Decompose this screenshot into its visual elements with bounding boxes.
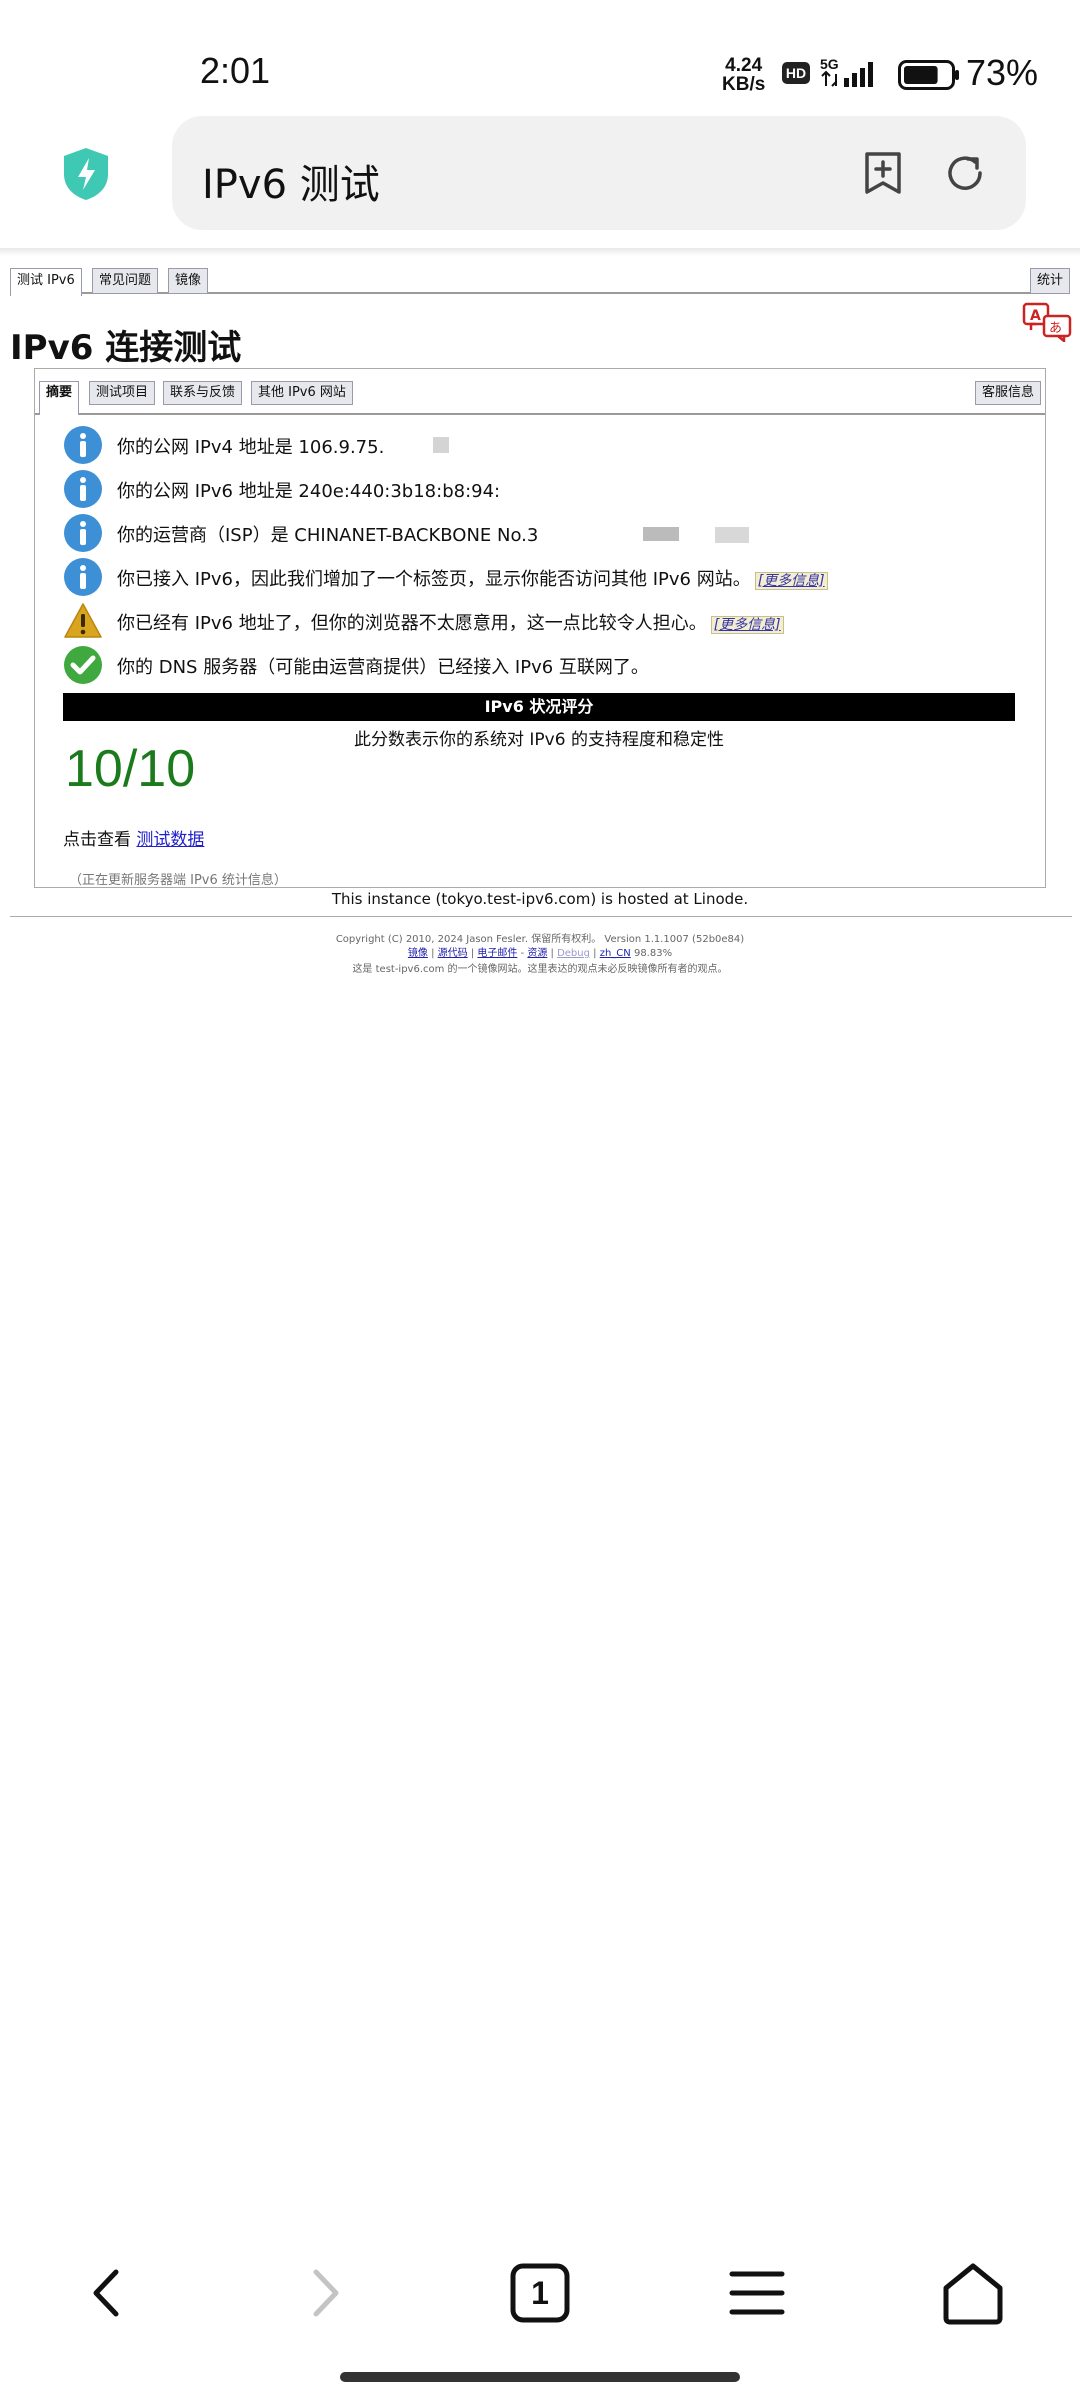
clock: 2:01: [200, 50, 271, 91]
battery-icon: [898, 60, 959, 90]
svg-text:A: A: [1030, 308, 1041, 324]
hd-voice-badge: HD: [782, 62, 810, 84]
more-info-link[interactable]: [更多信息]: [710, 616, 784, 634]
gesture-home-bar[interactable]: [340, 2372, 740, 2382]
panel-tabs: 摘要 测试项目 联系与反馈 其他 IPv6 网站 客服信息: [35, 369, 1045, 415]
score-header: IPv6 状况评分: [63, 693, 1015, 721]
forward-icon[interactable]: [290, 2258, 360, 2328]
footer-link-resources[interactable]: 资源: [527, 948, 547, 959]
address-bar-title[interactable]: IPv6 测试: [202, 152, 380, 210]
signal-icon: 5G: [820, 56, 873, 87]
result-sentence: 你已接入 IPv6，因此我们增加了一个标签页，显示你能否访问其他 IPv6 网站…: [117, 569, 751, 590]
footer-link-debug[interactable]: Debug: [557, 948, 590, 959]
tab-contact[interactable]: 联系与反馈: [163, 381, 243, 405]
svg-text:あ: あ: [1049, 321, 1062, 336]
score-value: 10/10: [65, 740, 196, 798]
page-title: IPv6 连接测试: [10, 328, 242, 368]
info-icon: [64, 558, 102, 596]
tab-count: 1: [531, 2275, 549, 2311]
tab-stats[interactable]: 统计: [1030, 268, 1070, 294]
web-page: 测试 IPv6 常见问题 镜像 统计 A あ IPv6 连接测试 摘要 测试项目…: [0, 256, 1080, 976]
more-info-link[interactable]: [更多信息]: [754, 572, 828, 590]
hosted-line: This instance (tokyo.test-ipv6.com) is h…: [331, 890, 749, 908]
result-sentence: 你已经有 IPv6 地址了，但你的浏览器不太愿意用，这一点比较令人担心。: [117, 613, 707, 634]
translate-icon[interactable]: A あ: [1022, 302, 1072, 342]
tab-support-info[interactable]: 客服信息: [975, 381, 1042, 405]
footer-disclaimer: 这是 test-ipv6.com 的一个镜像网站。这里表达的观点未必反映镜像所有…: [352, 964, 728, 975]
tab-summary[interactable]: 摘要: [39, 381, 80, 415]
result-text: 你的 DNS 服务器（可能由运营商提供）已经接入 IPv6 互联网了。: [117, 657, 649, 678]
test-data-prefix: 点击查看: [63, 830, 131, 850]
tab-other-ipv6-sites[interactable]: 其他 IPv6 网站: [251, 381, 353, 405]
footer-link-email[interactable]: 电子邮件: [477, 948, 517, 959]
footer-links: 镜像 | 源代码 | 电子邮件 - 资源 | Debug | zh_CN 98.…: [407, 948, 673, 959]
status-bar: 2:01 4.24 KB/s HD 5G 73%: [0, 0, 1080, 110]
add-bookmark-icon[interactable]: [860, 150, 906, 196]
footer-copyright: Copyright (C) 2010, 2024 Jason Fesler. 保…: [335, 934, 745, 945]
test-data-row: 点击查看 测试数据: [63, 825, 204, 850]
updating-note: （正在更新服务器端 IPv6 统计信息）: [69, 873, 287, 888]
tabs-icon[interactable]: 1: [505, 2258, 575, 2328]
menu-icon[interactable]: [722, 2258, 792, 2328]
info-icon: [64, 470, 102, 508]
redacted-block: [433, 437, 449, 453]
site-top-tabs: 测试 IPv6 常见问题 镜像 统计: [10, 268, 1070, 296]
results-panel: 摘要 测试项目 联系与反馈 其他 IPv6 网站 客服信息 你的公网 IPv4 …: [34, 368, 1046, 888]
network-type-label: 5G: [820, 56, 839, 72]
bottom-navigation: 1: [0, 2236, 1080, 2356]
tab-test-ipv6[interactable]: 测试 IPv6: [10, 268, 82, 296]
result-text: 你已经有 IPv6 地址了，但你的浏览器不太愿意用，这一点比较令人担心。 [更多信…: [117, 609, 784, 635]
battery-percent: 73%: [966, 52, 1039, 93]
network-speed-unit: KB/s: [722, 74, 766, 95]
warning-icon: [64, 603, 102, 638]
result-text: 你的运营商（ISP）是 CHINANET-BACKBONE No.3: [117, 525, 539, 546]
result-text: 你已接入 IPv6，因此我们增加了一个标签页，显示你能否访问其他 IPv6 网站…: [117, 565, 828, 591]
toolbar-shadow: [0, 248, 1080, 256]
redacted-block: [643, 527, 679, 541]
info-icon: [64, 514, 102, 552]
footer-link-mirrors[interactable]: 镜像: [408, 948, 428, 959]
home-icon[interactable]: [938, 2258, 1008, 2328]
network-speed: 4.24 KB/s: [722, 56, 765, 94]
test-data-link[interactable]: 测试数据: [136, 830, 204, 850]
network-speed-value: 4.24: [725, 55, 763, 76]
score-description: 此分数表示你的系统对 IPv6 的支持程度和稳定性: [354, 730, 724, 750]
result-text: 你的公网 IPv4 地址是 106.9.75.: [117, 437, 385, 458]
shield-bolt-icon[interactable]: [58, 146, 114, 202]
checkmark-icon: [64, 646, 102, 684]
tab-faq[interactable]: 常见问题: [92, 268, 159, 294]
info-icon: [64, 426, 102, 464]
footer-locale-percent: 98.83%: [633, 948, 673, 959]
tab-mirrors[interactable]: 镜像: [168, 268, 209, 294]
redacted-block: [715, 527, 749, 543]
divider: [10, 916, 1072, 917]
tab-tests[interactable]: 测试项目: [89, 381, 156, 405]
footer-link-locale[interactable]: zh_CN: [600, 948, 631, 959]
footer-link-source[interactable]: 源代码: [438, 948, 468, 959]
back-icon[interactable]: [72, 2258, 142, 2328]
reload-icon[interactable]: [942, 150, 988, 196]
address-bar[interactable]: IPv6 测试: [172, 116, 1026, 230]
result-text: 你的公网 IPv6 地址是 240e:440:3b18:b8:94:: [117, 481, 501, 502]
